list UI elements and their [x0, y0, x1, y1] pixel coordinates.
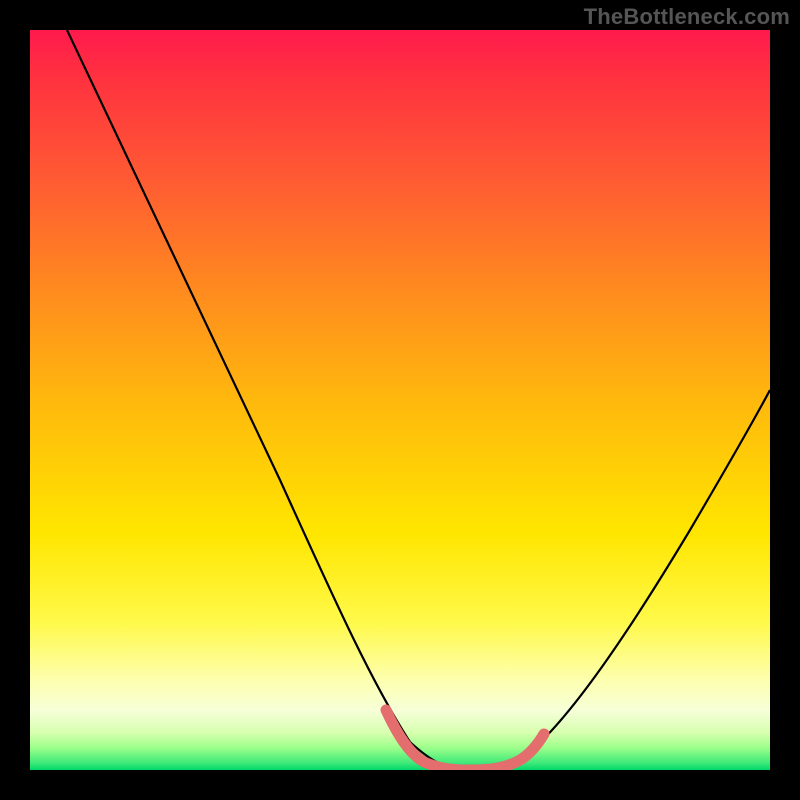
chart-frame: TheBottleneck.com	[0, 0, 800, 800]
watermark-text: TheBottleneck.com	[584, 4, 790, 30]
plot-area	[30, 30, 770, 770]
bottleneck-curve-line	[67, 30, 770, 770]
bottleneck-curve-svg	[30, 30, 770, 770]
